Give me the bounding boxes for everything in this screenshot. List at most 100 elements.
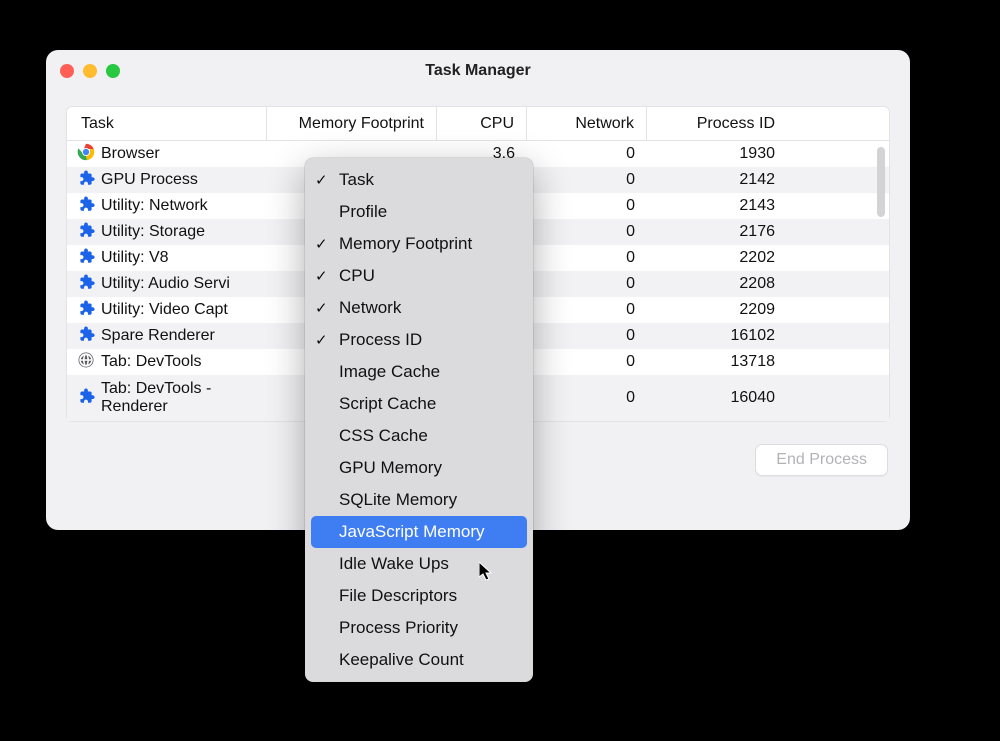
puzzle-icon xyxy=(77,325,95,348)
context-menu-label: GPU Memory xyxy=(339,458,442,478)
cell-pid: 1930 xyxy=(647,145,787,163)
puzzle-icon xyxy=(77,247,95,270)
puzzle-icon xyxy=(77,195,95,218)
cell-network: 0 xyxy=(527,275,647,293)
cell-network: 0 xyxy=(527,223,647,241)
task-label: Tab: DevTools - Renderer xyxy=(101,380,255,417)
puzzle-icon xyxy=(77,273,95,296)
context-menu-label: SQLite Memory xyxy=(339,490,457,510)
checkmark-icon: ✓ xyxy=(315,235,333,253)
cell-pid: 2208 xyxy=(647,275,787,293)
table-header: Task Memory Footprint CPU Network Proces… xyxy=(67,107,889,141)
context-menu-label: File Descriptors xyxy=(339,586,457,606)
cell-task: Utility: Audio Servi xyxy=(67,273,267,296)
checkmark-icon: ✓ xyxy=(315,171,333,189)
traffic-lights xyxy=(60,64,120,78)
context-menu-item[interactable]: SQLite Memory xyxy=(305,484,533,516)
context-menu-label: Process Priority xyxy=(339,618,458,638)
task-label: Utility: Audio Servi xyxy=(101,275,230,293)
context-menu-label: CSS Cache xyxy=(339,426,428,446)
column-header-task[interactable]: Task xyxy=(67,107,267,140)
context-menu-label: Script Cache xyxy=(339,394,436,414)
task-label: Spare Renderer xyxy=(101,327,215,345)
context-menu-label: Idle Wake Ups xyxy=(339,554,449,574)
context-menu-item[interactable]: ✓ Network xyxy=(305,292,533,324)
cell-task: Utility: Storage xyxy=(67,221,267,244)
puzzle-icon xyxy=(77,169,95,192)
cell-task: Utility: Video Capt xyxy=(67,299,267,322)
column-header-pid[interactable]: Process ID xyxy=(647,107,787,140)
cell-network: 0 xyxy=(527,249,647,267)
cell-network: 0 xyxy=(527,145,647,163)
task-label: Utility: V8 xyxy=(101,249,169,267)
scrollbar[interactable] xyxy=(877,147,885,217)
column-header-memory[interactable]: Memory Footprint xyxy=(267,107,437,140)
cell-pid: 2202 xyxy=(647,249,787,267)
cell-network: 0 xyxy=(527,327,647,345)
checkmark-icon: ✓ xyxy=(315,267,333,285)
context-menu-item[interactable]: Script Cache xyxy=(305,388,533,420)
titlebar: Task Manager xyxy=(46,50,910,92)
context-menu-label: Network xyxy=(339,298,401,318)
context-menu-item[interactable]: JavaScript Memory xyxy=(311,516,527,548)
cell-pid: 2209 xyxy=(647,301,787,319)
cell-network: 0 xyxy=(527,353,647,371)
cell-task: Tab: DevTools xyxy=(67,351,267,374)
checkmark-icon: ✓ xyxy=(315,331,333,349)
task-label: Browser xyxy=(101,145,160,163)
window-title: Task Manager xyxy=(46,62,910,80)
context-menu-label: Memory Footprint xyxy=(339,234,472,254)
cell-task: Browser xyxy=(67,143,267,166)
chrome-icon xyxy=(77,143,95,166)
puzzle-icon xyxy=(77,299,95,322)
cell-task: Utility: V8 xyxy=(67,247,267,270)
context-menu-item[interactable]: Profile xyxy=(305,196,533,228)
window-minimize-button[interactable] xyxy=(83,64,97,78)
cell-task: Spare Renderer xyxy=(67,325,267,348)
cell-pid: 16040 xyxy=(647,389,787,407)
cell-network: 0 xyxy=(527,389,647,407)
context-menu-label: CPU xyxy=(339,266,375,286)
window-close-button[interactable] xyxy=(60,64,74,78)
cell-network: 0 xyxy=(527,197,647,215)
context-menu-item[interactable]: CSS Cache xyxy=(305,420,533,452)
context-menu-item[interactable]: ✓ Process ID xyxy=(305,324,533,356)
column-header-cpu[interactable]: CPU xyxy=(437,107,527,140)
context-menu-item[interactable]: File Descriptors xyxy=(305,580,533,612)
checkmark-icon: ✓ xyxy=(315,299,333,317)
cell-pid: 2176 xyxy=(647,223,787,241)
columns-context-menu: ✓ Task Profile ✓ Memory Footprint ✓ CPU ✓ Networ… xyxy=(305,158,533,682)
cell-task: Utility: Network xyxy=(67,195,267,218)
window-maximize-button[interactable] xyxy=(106,64,120,78)
end-process-button[interactable]: End Process xyxy=(755,444,888,476)
context-menu-item[interactable]: ✓ Memory Footprint xyxy=(305,228,533,260)
cell-network: 0 xyxy=(527,301,647,319)
cell-pid: 2142 xyxy=(647,171,787,189)
context-menu-label: Image Cache xyxy=(339,362,440,382)
context-menu-label: Profile xyxy=(339,202,387,222)
context-menu-item[interactable]: Process Priority xyxy=(305,612,533,644)
cell-network: 0 xyxy=(527,171,647,189)
cell-pid: 16102 xyxy=(647,327,787,345)
cell-pid: 13718 xyxy=(647,353,787,371)
cell-task: Tab: DevTools - Renderer xyxy=(67,380,267,417)
task-label: Utility: Storage xyxy=(101,223,205,241)
context-menu-item[interactable]: ✓ Task xyxy=(305,164,533,196)
task-label: Utility: Video Capt xyxy=(101,301,228,319)
context-menu-item[interactable]: GPU Memory xyxy=(305,452,533,484)
cell-task: GPU Process xyxy=(67,169,267,192)
context-menu-label: Task xyxy=(339,170,374,190)
context-menu-label: Keepalive Count xyxy=(339,650,464,670)
context-menu-item[interactable]: Idle Wake Ups xyxy=(305,548,533,580)
globe-icon xyxy=(77,351,95,374)
context-menu-item[interactable]: Image Cache xyxy=(305,356,533,388)
cell-pid: 2143 xyxy=(647,197,787,215)
context-menu-item[interactable]: ✓ CPU xyxy=(305,260,533,292)
puzzle-icon xyxy=(77,221,95,244)
context-menu-label: Process ID xyxy=(339,330,422,350)
context-menu-item[interactable]: Keepalive Count xyxy=(305,644,533,676)
puzzle-icon xyxy=(77,387,95,410)
column-header-network[interactable]: Network xyxy=(527,107,647,140)
task-label: Tab: DevTools xyxy=(101,353,202,371)
context-menu-label: JavaScript Memory xyxy=(339,522,484,542)
